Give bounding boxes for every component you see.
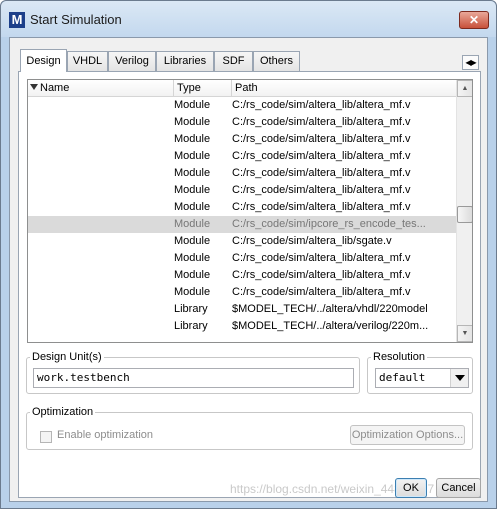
list-item-path: C:/rs_code/sim/altera_lib/altera_mf.v xyxy=(232,133,411,145)
tab-libraries[interactable]: Libraries xyxy=(156,51,214,71)
list-item[interactable]: MtestbenchModuleC:/rs_code/sim/ipcore_rs… xyxy=(28,216,458,233)
dropdown-arrow-icon[interactable] xyxy=(450,369,468,387)
list-item-path: C:/rs_code/sim/altera_lib/altera_mf.v xyxy=(232,116,411,128)
design-list-view[interactable]: Name Type Path Mstratixiii_lvds_rxModule… xyxy=(27,79,473,343)
tab-verilog[interactable]: Verilog xyxy=(108,51,156,71)
ok-button[interactable]: OK xyxy=(395,478,427,498)
resolution-select[interactable]: default xyxy=(375,368,469,388)
list-item[interactable]: Mttn_m_cntrModuleC:/rs_code/sim/altera_l… xyxy=(28,250,458,267)
list-item[interactable]: Mtri_busModuleC:/rs_code/sim/altera_lib/… xyxy=(28,233,458,250)
enable-optimization-checkbox[interactable] xyxy=(40,431,52,443)
list-item-path: $MODEL_TECH/../altera/vhdl/220model xyxy=(232,303,428,315)
cancel-button[interactable]: Cancel xyxy=(436,478,481,498)
list-item-type: Module xyxy=(174,269,211,281)
list-item-path: C:/rs_code/sim/altera_lib/altera_mf.v xyxy=(232,286,411,298)
list-item[interactable]: Mstx_m_cntrModuleC:/rs_code/sim/altera_l… xyxy=(28,165,458,182)
list-item-path: C:/rs_code/sim/altera_lib/altera_mf.v xyxy=(232,150,411,162)
start-simulation-dialog: M Start Simulation ✕ Design VHDL Verilog… xyxy=(0,0,497,509)
scroll-down-icon[interactable]: ▼ xyxy=(457,325,472,342)
list-header: Name Type Path xyxy=(28,80,458,97)
column-header-name[interactable]: Name xyxy=(28,80,174,96)
list-item[interactable]: +220model_verLibrary$MODEL_TECH/../alter… xyxy=(28,318,458,335)
list-item-type: Module xyxy=(174,218,211,230)
list-item-type: Module xyxy=(174,252,211,264)
modelsim-app-icon: M xyxy=(9,12,25,28)
list-item-path: C:/rs_code/sim/altera_lib/altera_mf.v xyxy=(232,252,411,264)
list-item-path: C:/rs_code/sim/altera_lib/altera_mf.v xyxy=(232,201,411,213)
dialog-client-area: Design VHDL Verilog Libraries SDF Others… xyxy=(9,37,488,502)
close-button[interactable]: ✕ xyxy=(459,11,489,29)
list-item-path: C:/rs_code/sim/altera_lib/altera_mf.v xyxy=(232,184,411,196)
list-item-path: C:/rs_code/sim/ipcore_rs_encode_tes... xyxy=(232,218,426,230)
list-item[interactable]: Mstratixiii_lvds_rx...ModuleC:/rs_code/s… xyxy=(28,131,458,148)
tab-others[interactable]: Others xyxy=(253,51,300,71)
list-item-path: $MODEL_TECH/../altera/verilog/220m... xyxy=(232,320,429,332)
design-tab-panel: Name Type Path Mstratixiii_lvds_rxModule… xyxy=(18,71,481,498)
list-item[interactable]: Mstratixv_local_cl...ModuleC:/rs_code/si… xyxy=(28,148,458,165)
list-item-type: Module xyxy=(174,167,211,179)
list-item-type: Module xyxy=(174,286,211,298)
list-item-path: C:/rs_code/sim/altera_lib/sgate.v xyxy=(232,235,392,247)
sort-descending-icon xyxy=(30,84,38,90)
list-item-type: Module xyxy=(174,133,211,145)
optimization-label: Optimization xyxy=(32,406,94,418)
list-item[interactable]: Mstratixiii_lvds_rx...ModuleC:/rs_code/s… xyxy=(28,114,458,131)
tab-design[interactable]: Design xyxy=(20,49,67,72)
list-item-path: C:/rs_code/sim/altera_lib/altera_mf.v xyxy=(232,99,411,111)
list-item-type: Module xyxy=(174,201,211,213)
list-item-type: Module xyxy=(174,116,211,128)
list-item[interactable]: Mstx_scale_cntrModuleC:/rs_code/sim/alte… xyxy=(28,199,458,216)
tab-sdf[interactable]: SDF xyxy=(214,51,253,71)
design-unit-label: Design Unit(s) xyxy=(32,351,102,363)
list-item-path: C:/rs_code/sim/altera_lib/altera_mf.v xyxy=(232,269,411,281)
list-item-type: Module xyxy=(174,184,211,196)
list-item-type: Library xyxy=(174,303,208,315)
window-title: Start Simulation xyxy=(30,12,122,27)
scrollbar-thumb[interactable] xyxy=(457,206,472,223)
list-item-type: Library xyxy=(174,320,208,332)
resolution-value: default xyxy=(379,371,426,384)
list-item-type: Module xyxy=(174,235,211,247)
list-item[interactable]: Mstx_n_cntrModuleC:/rs_code/sim/altera_l… xyxy=(28,182,458,199)
list-item-path: C:/rs_code/sim/altera_lib/altera_mf.v xyxy=(232,167,411,179)
scroll-up-icon[interactable]: ▲ xyxy=(457,80,472,97)
list-item[interactable]: Mttn_n_cntrModuleC:/rs_code/sim/altera_l… xyxy=(28,267,458,284)
enable-optimization-label: Enable optimization xyxy=(57,429,154,441)
title-bar: M Start Simulation ✕ xyxy=(1,1,496,37)
list-item[interactable]: Mstratixiii_lvds_rxModuleC:/rs_code/sim/… xyxy=(28,97,458,114)
vertical-scrollbar[interactable]: ▲ ▼ xyxy=(456,80,472,342)
list-item-type: Module xyxy=(174,150,211,162)
column-header-type[interactable]: Type xyxy=(174,80,232,96)
list-item[interactable]: +220modelLibrary$MODEL_TECH/../altera/vh… xyxy=(28,301,458,318)
column-header-path[interactable]: Path xyxy=(232,80,458,96)
design-unit-input[interactable]: work.testbench xyxy=(33,368,354,388)
optimization-options-button[interactable]: Optimization Options... xyxy=(350,425,465,445)
resolution-label: Resolution xyxy=(373,351,425,363)
list-item[interactable]: Mttn_scale_cntrModuleC:/rs_code/sim/alte… xyxy=(28,284,458,301)
tab-vhdl[interactable]: VHDL xyxy=(67,51,108,71)
tab-scroll-arrows-icon[interactable]: ◀▶ xyxy=(462,55,479,70)
list-item-type: Module xyxy=(174,99,211,111)
